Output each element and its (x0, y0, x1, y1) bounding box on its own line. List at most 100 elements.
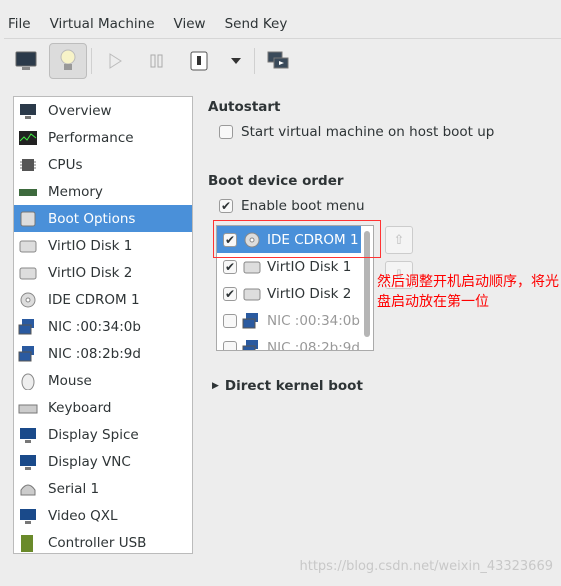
direct-kernel-boot-expander[interactable]: ▶ Direct kernel boot (212, 378, 363, 394)
enable-boot-menu-label: Enable boot menu (241, 198, 365, 214)
cdrom-icon (20, 292, 36, 307)
dropdown-icon (231, 58, 241, 64)
shutdown-menu-button[interactable] (222, 43, 250, 79)
pause-icon (150, 54, 163, 68)
sidebar-item[interactable]: NIC :00:34:0b (14, 313, 192, 340)
shutdown-button[interactable] (180, 43, 218, 79)
console-button[interactable] (7, 43, 45, 79)
mouse-icon (21, 373, 35, 390)
sidebar-item-label: Keyboard (48, 399, 112, 416)
sidebar-item-label: IDE CDROM 1 (48, 291, 140, 308)
sidebar-item-label: Memory (48, 183, 103, 200)
performance-icon (19, 130, 37, 145)
sidebar-item[interactable]: CPUs (14, 151, 192, 178)
highlight-box (213, 220, 381, 258)
serial-icon (20, 484, 36, 495)
sidebar-item[interactable]: Display Spice (14, 421, 192, 448)
triangle-right-icon: ▶ (212, 381, 219, 391)
autostart-checkbox[interactable]: Start virtual machine on host boot up (219, 124, 494, 140)
boot-device-label: VirtIO Disk 1 (267, 258, 352, 275)
sidebar-item[interactable]: Serial 1 (14, 475, 192, 502)
sidebar-item[interactable]: VirtIO Disk 1 (14, 232, 192, 259)
menu-virtual-machine[interactable]: Virtual Machine (50, 16, 155, 32)
sidebar-item-label: Mouse (48, 372, 92, 389)
cpu-icon (20, 158, 36, 171)
monitor-icon (15, 51, 37, 70)
sidebar-item-label: Video QXL (48, 507, 118, 524)
checkbox[interactable]: ✔ (223, 286, 237, 301)
autostart-heading: Autostart (208, 99, 281, 115)
nic-icon (242, 312, 258, 328)
disk-icon (19, 240, 37, 252)
divider (254, 48, 255, 74)
sidebar-item-label: Display Spice (48, 426, 139, 443)
boot-device-item[interactable]: NIC :08:2b:9d (217, 334, 361, 351)
checkbox[interactable] (223, 313, 237, 328)
direct-kernel-boot-label: Direct kernel boot (224, 378, 363, 394)
details-button[interactable] (49, 43, 87, 79)
display-icon (20, 454, 36, 470)
sidebar-item[interactable]: Controller USB (14, 529, 192, 553)
memory-icon (19, 188, 37, 196)
checkbox[interactable] (219, 125, 233, 139)
sidebar-item-label: Serial 1 (48, 480, 100, 497)
menu-send-key[interactable]: Send Key (225, 16, 288, 32)
sidebar-item-label: Overview (48, 102, 112, 119)
sidebar-item[interactable]: Memory (14, 178, 192, 205)
divider (91, 48, 92, 74)
pause-button[interactable] (138, 43, 176, 79)
display-icon (20, 508, 36, 524)
enable-boot-menu-checkbox[interactable]: ✔ Enable boot menu (219, 198, 365, 214)
sidebar-item-label: NIC :08:2b:9d (48, 345, 141, 362)
lightbulb-icon (60, 49, 76, 70)
sidebar-item[interactable]: Keyboard (14, 394, 192, 421)
arrow-up-icon: ⇧ (393, 232, 405, 248)
hardware-list: Overview Performance CPUs Memory Boot Option… (13, 96, 193, 554)
nic-icon (18, 318, 34, 334)
boot-device-item[interactable]: ✔ VirtIO Disk 2 (217, 280, 361, 307)
boot-device-item[interactable]: NIC :00:34:0b (217, 307, 361, 334)
autostart-label: Start virtual machine on host boot up (241, 124, 495, 140)
boot-device-label: NIC :00:34:0b (267, 312, 360, 329)
boot-device-label: VirtIO Disk 2 (267, 285, 352, 302)
checkbox[interactable]: ✔ (223, 259, 237, 274)
sidebar-item-label: CPUs (48, 156, 83, 173)
display-icon (20, 427, 36, 443)
boot-icon (20, 211, 36, 226)
play-icon (109, 53, 122, 69)
sidebar-item[interactable]: Display VNC (14, 448, 192, 475)
sidebar-item[interactable]: NIC :08:2b:9d (14, 340, 192, 367)
controller-icon (21, 534, 33, 552)
sidebar-item-label: Performance (48, 129, 134, 146)
menu-file[interactable]: File (8, 16, 31, 32)
sidebar-item[interactable]: Video QXL (14, 502, 192, 529)
disk-icon (243, 288, 261, 300)
boot-order-heading: Boot device order (208, 173, 344, 189)
disk-icon (19, 267, 37, 279)
sidebar-item-label: Boot Options (48, 210, 136, 227)
menu-view[interactable]: View (174, 16, 206, 32)
menu-bar: File Virtual Machine View Send Key (8, 16, 287, 32)
toolbar (7, 43, 297, 79)
checkbox[interactable]: ✔ (219, 199, 233, 213)
sidebar-item[interactable]: Mouse (14, 367, 192, 394)
sidebar-item[interactable]: IDE CDROM 1 (14, 286, 192, 313)
power-icon (190, 51, 208, 71)
annotation: 然后调整开机启动顺序，将光盘启动放在第一位 (377, 274, 559, 310)
sidebar-item[interactable]: Performance (14, 124, 192, 151)
sidebar-item[interactable]: Overview (14, 97, 192, 124)
nic-icon (242, 339, 258, 350)
sidebar-item[interactable]: Boot Options (14, 205, 192, 232)
run-button[interactable] (96, 43, 134, 79)
fullscreen-button[interactable] (259, 43, 297, 79)
sidebar-item-label: Display VNC (48, 453, 131, 470)
sidebar-item-label: VirtIO Disk 1 (48, 237, 133, 254)
nic-icon (18, 345, 34, 361)
boot-device-label: NIC :08:2b:9d (267, 339, 360, 351)
monitor-icon (20, 103, 36, 119)
sidebar-item[interactable]: VirtIO Disk 2 (14, 259, 192, 286)
sidebar-item-label: VirtIO Disk 2 (48, 264, 133, 281)
move-up-button[interactable]: ⇧ (385, 226, 413, 254)
checkbox[interactable] (223, 340, 237, 350)
disk-icon (243, 261, 261, 273)
